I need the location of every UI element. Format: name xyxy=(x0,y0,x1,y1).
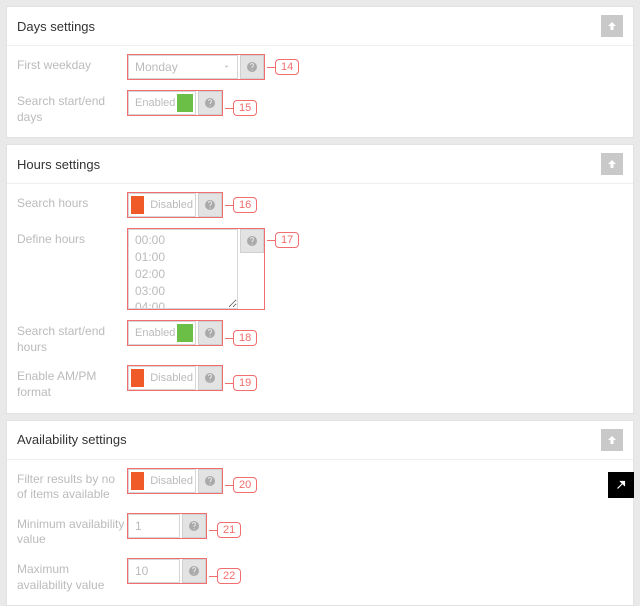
help-button[interactable] xyxy=(240,55,264,79)
toggle-state: Enabled xyxy=(131,327,175,339)
define-hours-label: Define hours xyxy=(17,228,127,248)
min-availability-label: Minimum availability value xyxy=(17,513,127,548)
toggle-state: Disabled xyxy=(144,475,193,487)
arrow-up-icon xyxy=(606,158,618,170)
reference-badge: 15 xyxy=(233,100,257,116)
search-hours-range-toggle[interactable]: Enabled xyxy=(128,321,196,345)
reference-badge: 21 xyxy=(217,522,241,538)
reference-badge: 17 xyxy=(275,232,299,248)
help-icon xyxy=(188,520,200,532)
help-button[interactable] xyxy=(198,91,222,115)
search-hours-label: Search hours xyxy=(17,192,127,212)
toggle-knob xyxy=(131,196,144,214)
help-icon xyxy=(204,97,216,109)
chevron-down-icon xyxy=(222,60,231,74)
collapse-button[interactable] xyxy=(601,15,623,37)
days-settings-section: Days settings First weekday Monday 14 Se… xyxy=(6,6,634,138)
hours-settings-section: Hours settings Search hours Disabled 16 … xyxy=(6,144,634,413)
filter-availability-toggle[interactable]: Disabled xyxy=(128,469,196,493)
help-button[interactable] xyxy=(198,321,222,345)
help-icon xyxy=(204,199,216,211)
arrow-up-icon xyxy=(606,434,618,446)
help-icon xyxy=(188,565,200,577)
max-availability-label: Maximum availability value xyxy=(17,558,127,593)
collapse-button[interactable] xyxy=(601,429,623,451)
hours-option[interactable]: 03:00 xyxy=(135,283,231,300)
reference-badge: 20 xyxy=(233,477,257,493)
hours-section-title: Hours settings xyxy=(17,157,100,172)
ampm-label: Enable AM/PM format xyxy=(17,365,127,400)
hours-option[interactable]: 00:00 xyxy=(135,232,231,249)
help-button[interactable] xyxy=(198,469,222,493)
hours-option[interactable]: 04:00 xyxy=(135,299,231,309)
hours-section-header: Hours settings xyxy=(7,145,633,184)
toggle-knob xyxy=(177,324,193,342)
reference-badge: 16 xyxy=(233,197,257,213)
toggle-knob xyxy=(131,369,144,387)
help-button[interactable] xyxy=(182,559,206,583)
search-days-label: Search start/end days xyxy=(17,90,127,125)
help-icon xyxy=(204,475,216,487)
help-button[interactable] xyxy=(198,193,222,217)
help-icon xyxy=(246,235,258,247)
toggle-state: Enabled xyxy=(131,97,175,109)
availability-section-header: Availability settings xyxy=(7,421,633,460)
hours-option[interactable]: 02:00 xyxy=(135,266,231,283)
days-section-header: Days settings xyxy=(7,7,633,46)
collapse-button[interactable] xyxy=(601,153,623,175)
help-button[interactable] xyxy=(240,229,264,253)
availability-settings-section: Availability settings Filter results by … xyxy=(6,420,634,606)
define-hours-listbox[interactable]: 00:0001:0002:0003:0004:0005:0006:0007:00… xyxy=(128,229,238,309)
help-button[interactable] xyxy=(182,514,206,538)
days-section-title: Days settings xyxy=(17,19,95,34)
search-hours-toggle[interactable]: Disabled xyxy=(128,193,196,217)
first-weekday-select[interactable]: Monday xyxy=(128,55,238,79)
reference-badge: 14 xyxy=(275,59,299,75)
arrow-up-icon xyxy=(606,20,618,32)
toggle-knob xyxy=(131,472,144,490)
search-days-toggle[interactable]: Enabled xyxy=(128,91,196,115)
reference-badge: 22 xyxy=(217,568,241,584)
max-availability-input[interactable] xyxy=(128,559,180,583)
first-weekday-label: First weekday xyxy=(17,54,127,74)
back-to-top-button[interactable] xyxy=(608,472,634,498)
reference-badge: 19 xyxy=(233,375,257,391)
availability-section-title: Availability settings xyxy=(17,432,127,447)
reference-badge: 18 xyxy=(233,330,257,346)
help-button[interactable] xyxy=(198,366,222,390)
filter-availability-label: Filter results by no of items available xyxy=(17,468,127,503)
hours-option[interactable]: 01:00 xyxy=(135,249,231,266)
ampm-toggle[interactable]: Disabled xyxy=(128,366,196,390)
help-icon xyxy=(204,327,216,339)
toggle-state: Disabled xyxy=(144,199,193,211)
min-availability-input[interactable] xyxy=(128,514,180,538)
help-icon xyxy=(204,372,216,384)
first-weekday-value: Monday xyxy=(135,60,178,74)
arrow-up-right-icon xyxy=(614,478,628,492)
toggle-knob xyxy=(177,94,193,112)
search-hours-range-label: Search start/end hours xyxy=(17,320,127,355)
toggle-state: Disabled xyxy=(144,372,193,384)
help-icon xyxy=(246,61,258,73)
